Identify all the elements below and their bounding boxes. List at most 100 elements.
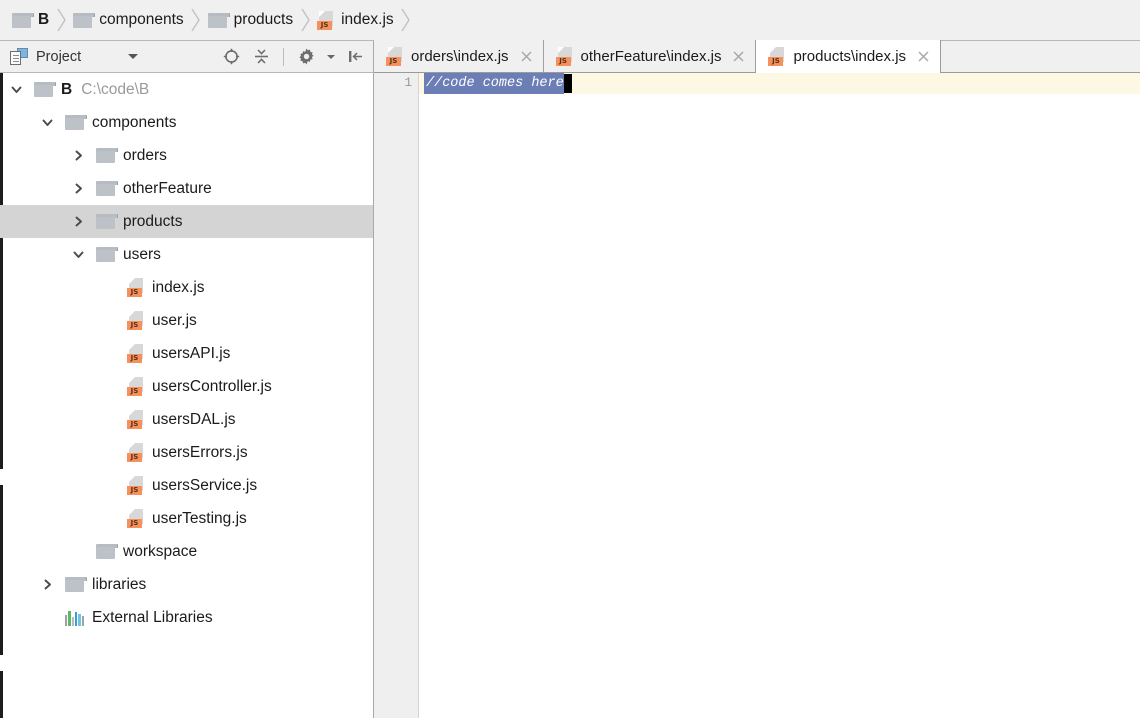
tree-row-users[interactable]: users	[0, 238, 373, 271]
breadcrumb-item-2[interactable]: products	[206, 0, 295, 40]
code-editor[interactable]: 1 //code comes here	[374, 73, 1140, 718]
chevron-down-icon[interactable]	[8, 82, 24, 98]
tree-node-icon	[34, 82, 56, 97]
project-view-icon	[10, 48, 28, 65]
tree-node-icon: JS	[127, 509, 144, 528]
tree-row-b[interactable]: B C:\code\B	[0, 73, 373, 106]
tree-row-usersdal-js[interactable]: JS usersDAL.js	[0, 403, 373, 436]
tree-node-icon	[65, 115, 87, 130]
folder-icon	[65, 577, 87, 592]
main-area: B C:\code\B components orders otherFeature pr…	[0, 73, 1140, 718]
js-file-icon: JS	[768, 46, 785, 66]
breadcrumb-label: index.js	[341, 11, 394, 28]
line-number-gutter[interactable]	[374, 73, 419, 718]
chevron-right-icon	[53, 0, 69, 41]
editor-tab-bar: JS orders\index.js JS otherFeature\index…	[374, 40, 1140, 73]
folder-icon	[96, 544, 118, 559]
line-number: 1	[404, 76, 412, 90]
chevron-down-icon[interactable]	[70, 247, 86, 263]
tab-otherfeature-index[interactable]: JS otherFeature\index.js	[543, 40, 757, 72]
tree-node-icon: JS	[127, 410, 144, 429]
project-panel-toolbar: Project	[0, 41, 374, 73]
chevron-right-icon[interactable]	[70, 181, 86, 197]
code-area[interactable]: 1 //code comes here	[374, 73, 1140, 718]
tree-row-products[interactable]: products	[0, 205, 373, 238]
collapse-all-icon[interactable]	[251, 47, 271, 67]
breadcrumb-label: products	[233, 11, 294, 28]
close-icon[interactable]	[519, 49, 534, 64]
folder-icon	[207, 12, 230, 28]
js-file-icon: JS	[317, 10, 334, 30]
locate-icon[interactable]	[221, 47, 241, 67]
breadcrumb-item-1[interactable]: components	[71, 0, 185, 40]
close-icon[interactable]	[916, 49, 931, 64]
tree-node-label: usersAPI.js	[152, 344, 231, 362]
tree-row-usertesting-js[interactable]: JS userTesting.js	[0, 502, 373, 535]
js-file-icon: JS	[127, 311, 144, 330]
tree-row-usersservice-js[interactable]: JS usersService.js	[0, 469, 373, 502]
tree-row-userscontroller-js[interactable]: JS usersController.js	[0, 370, 373, 403]
tab-products-index[interactable]: JS products\index.js	[756, 40, 942, 73]
panel-title: Project	[36, 48, 82, 65]
js-file-icon: JS	[127, 410, 144, 429]
code-line-1[interactable]: //code comes here	[424, 73, 572, 94]
js-file-icon: JS	[555, 46, 573, 66]
tree-node-label: userTesting.js	[152, 509, 247, 527]
tree-node-label: B	[61, 80, 73, 98]
tab-label: orders\index.js	[411, 47, 509, 65]
tree-node-label: workspace	[123, 542, 198, 560]
tree-row-external-libraries[interactable]: External Libraries	[0, 601, 373, 634]
tree-node-label: components	[92, 113, 177, 131]
tab-list: JS orders\index.js JS otherFeature\index…	[374, 40, 942, 73]
tree-node-label: usersService.js	[152, 476, 258, 494]
tree-node-label: products	[123, 212, 183, 230]
tab-orders-index[interactable]: JS orders\index.js	[374, 40, 544, 72]
chevron-right-icon[interactable]	[70, 214, 86, 230]
chevron-down-icon[interactable]	[39, 115, 55, 131]
code-text-selected[interactable]: //code comes here	[424, 73, 564, 94]
tree-row-orders[interactable]: orders	[0, 139, 373, 172]
folder-icon	[73, 12, 96, 28]
tree-row-components[interactable]: components	[0, 106, 373, 139]
tree-node-label: otherFeature	[123, 179, 212, 197]
folder-icon	[96, 214, 118, 229]
project-tree: B C:\code\B components orders otherFeature pr…	[0, 73, 373, 634]
tree-row-userserrors-js[interactable]: JS usersErrors.js	[0, 436, 373, 469]
breadcrumb-item-3[interactable]: JS index.js	[315, 0, 396, 40]
tree-node-icon	[96, 544, 118, 559]
chevron-down-icon[interactable]	[327, 54, 335, 59]
chevron-right-icon	[188, 0, 204, 41]
js-file-icon: JS	[127, 344, 144, 363]
tree-node-label: orders	[123, 146, 167, 164]
hide-panel-icon[interactable]	[345, 47, 365, 67]
tree-node-label: usersErrors.js	[152, 443, 248, 461]
settings-gear-icon[interactable]	[296, 47, 316, 67]
tree-row-usersapi-js[interactable]: JS usersAPI.js	[0, 337, 373, 370]
chevron-right-icon[interactable]	[70, 148, 86, 164]
tree-row-workspace[interactable]: workspace	[0, 535, 373, 568]
tree-node-icon	[96, 214, 118, 229]
folder-icon	[96, 247, 118, 262]
toolbar-row: Project JS orders\index.js JS otherFeatu…	[0, 40, 1140, 73]
tree-row-index-js[interactable]: JS index.js	[0, 271, 373, 304]
breadcrumb-item-0[interactable]: B	[10, 0, 51, 40]
tree-node-label: index.js	[152, 278, 205, 296]
js-file-icon: JS	[127, 377, 144, 396]
tree-row-user-js[interactable]: JS user.js	[0, 304, 373, 337]
chevron-down-icon[interactable]	[128, 54, 138, 59]
text-cursor	[563, 74, 572, 93]
js-file-icon: JS	[127, 476, 144, 495]
ide-window: B components products JS index.js Projec…	[0, 0, 1140, 718]
tree-row-libraries[interactable]: libraries	[0, 568, 373, 601]
tree-node-label: users	[123, 245, 161, 263]
js-file-icon: JS	[127, 443, 144, 462]
external-libraries-icon	[65, 610, 84, 626]
close-icon[interactable]	[731, 49, 746, 64]
tree-node-label: External Libraries	[92, 608, 213, 626]
breadcrumb-label: B	[38, 11, 50, 28]
tree-node-icon	[96, 181, 118, 196]
breadcrumb: B components products JS index.js	[0, 0, 1140, 41]
chevron-right-icon[interactable]	[39, 577, 55, 593]
tree-row-otherfeature[interactable]: otherFeature	[0, 172, 373, 205]
chevron-right-icon	[297, 0, 313, 41]
